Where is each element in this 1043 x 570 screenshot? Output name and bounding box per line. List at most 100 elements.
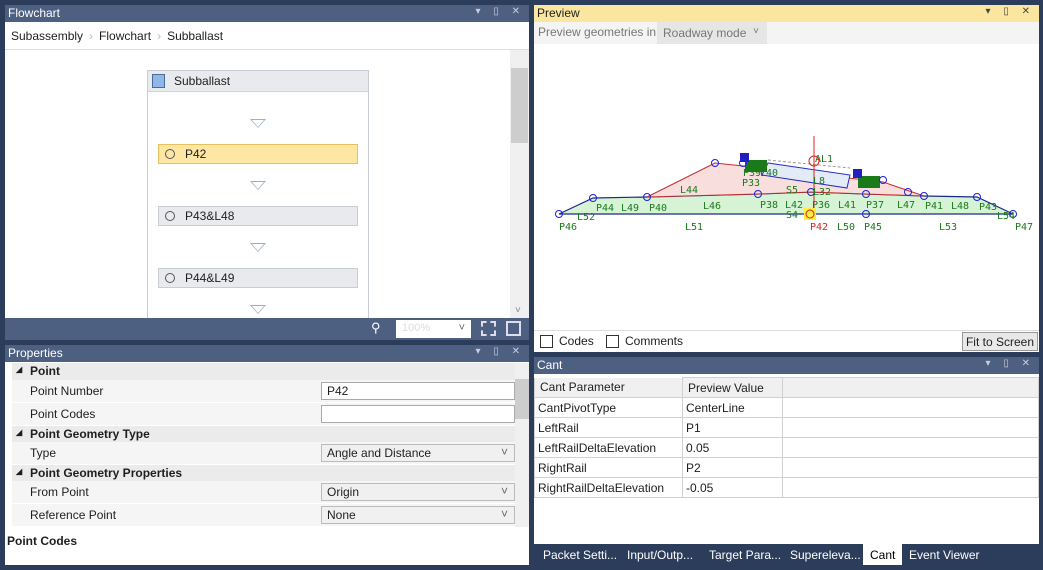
node-label: P44&L49 (185, 271, 235, 285)
flowchart-node[interactable]: P43&L48 (158, 206, 358, 226)
flowchart-node[interactable]: P42 (158, 144, 358, 164)
fit-icon[interactable] (481, 321, 496, 336)
panel-window-buttons[interactable]: ▾ ▯ ✕ (476, 346, 525, 357)
table-row[interactable]: LeftRail P1 (534, 417, 1039, 438)
cant-parameter: LeftRailDeltaElevation (534, 437, 683, 458)
description-title: Point Codes (7, 534, 78, 548)
preview-value[interactable]: CenterLine (682, 397, 783, 418)
prop-label: Point Number (30, 384, 104, 398)
preview-value[interactable]: -0.05 (682, 477, 783, 498)
tab-packet-settings[interactable]: Packet Setti... (536, 544, 624, 565)
geometry-label: L53 (939, 222, 957, 233)
zoom-value: 100% (402, 322, 431, 334)
geometry-label: AL1 (815, 154, 833, 165)
table-row[interactable]: RightRailDeltaElevation -0.05 (534, 477, 1039, 498)
point-number-input[interactable]: P42 (321, 382, 515, 400)
empty-cell (782, 477, 1039, 498)
node-label: P42 (185, 147, 207, 161)
rail-shape (853, 169, 862, 178)
breadcrumb-item[interactable]: Subassembly (11, 29, 83, 43)
tab-target-parameters[interactable]: Target Para... (702, 544, 788, 565)
table-row[interactable]: CantPivotType CenterLine (534, 397, 1039, 418)
row-from-point: From Point Origin (12, 481, 515, 503)
tab-event-viewer[interactable]: Event Viewer (902, 544, 986, 565)
geometry-label: P40 (649, 203, 667, 214)
column-header[interactable]: Preview Value (682, 377, 783, 398)
point-codes-input[interactable] (321, 405, 515, 423)
geometry-label: P36 (812, 200, 830, 211)
breadcrumb-item[interactable]: Flowchart (99, 29, 151, 43)
mode-select[interactable]: Roadway mode ˅ (657, 22, 767, 44)
preview-value[interactable]: P1 (682, 417, 783, 438)
empty-cell (782, 437, 1039, 458)
geometry-label: P46 (559, 222, 577, 233)
geometry-label: P45 (864, 222, 882, 233)
tab-input-output[interactable]: Input/Outp... (620, 544, 700, 565)
tab-cant[interactable]: Cant (863, 544, 903, 565)
geometry-label: P44 (596, 203, 614, 214)
scrollbar-thumb[interactable] (511, 68, 528, 143)
category-geometry-type[interactable]: Point Geometry Type (12, 426, 515, 443)
panel-title: Cant (537, 358, 563, 372)
scroll-down-icon[interactable]: ˅ (515, 305, 521, 316)
panel-title: Properties (8, 346, 63, 360)
prop-label: Type (30, 446, 57, 460)
cant-parameter: LeftRail (534, 417, 683, 438)
properties-scrollbar[interactable] (515, 363, 529, 527)
prop-label: Reference Point (30, 508, 117, 522)
table-header: Cant Parameter Preview Value (534, 377, 1039, 398)
reference-point-select[interactable]: None (321, 506, 515, 524)
table-row[interactable]: RightRail P2 (534, 457, 1039, 478)
panel-window-buttons[interactable]: ▾ ▯ ✕ (986, 6, 1035, 17)
geometry-label: P47 (1015, 222, 1033, 233)
panel-window-buttons[interactable]: ▾ ▯ ✕ (476, 6, 525, 17)
flowchart-title-bar: Flowchart ▾ ▯ ✕ (5, 5, 529, 22)
cant-parameter: RightRailDeltaElevation (534, 477, 683, 498)
preview-mode-bar: Preview geometries in Roadway mode ˅ (534, 22, 1039, 44)
fit-to-screen-button[interactable]: Fit to Screen (961, 332, 1038, 351)
group-header[interactable]: Subballast (148, 71, 368, 92)
flow-arrow-icon (250, 119, 266, 128)
category-geometry-properties[interactable]: Point Geometry Properties (12, 465, 515, 482)
empty-cell (782, 397, 1039, 418)
breadcrumb-item[interactable]: Subballast (167, 29, 223, 43)
flow-arrow-icon (250, 305, 266, 314)
rail-shape (740, 153, 749, 162)
geometry-label: P38 (760, 200, 778, 211)
geometry-label: L41 (838, 200, 856, 211)
cant-table: Cant Parameter Preview Value CantPivotTyp… (534, 377, 1039, 498)
overview-icon[interactable] (506, 321, 521, 336)
row-point-number: Point Number P42 (12, 380, 515, 402)
panel-window-buttons[interactable]: ▾ ▯ ✕ (986, 358, 1035, 369)
preview-value[interactable]: P2 (682, 457, 783, 478)
geometry-label: P43 (979, 202, 997, 213)
properties-title-bar: Properties ▾ ▯ ✕ (5, 345, 529, 362)
category-point[interactable]: Point (12, 363, 515, 380)
zoom-select[interactable]: 100% ˅ (396, 320, 471, 338)
codes-checkbox[interactable]: Codes (540, 334, 594, 349)
cant-title-bar: Cant ▾ ▯ ✕ (534, 357, 1039, 374)
type-select[interactable]: Angle and Distance (321, 444, 515, 462)
from-point-select[interactable]: Origin (321, 483, 515, 501)
preview-panel: Preview ▾ ▯ ✕ Preview geometries in Roadw… (534, 5, 1039, 352)
preview-canvas[interactable]: P46L52P44 L49 P40L44L46 P38 L42S5S4P36L32L8A… (534, 44, 1039, 329)
geometry-label: L47 (897, 200, 915, 211)
flowchart-scrollbar[interactable]: ˅ (510, 50, 529, 318)
flowchart-node[interactable]: P44&L49 (158, 268, 358, 288)
preview-value[interactable]: 0.05 (682, 437, 783, 458)
tab-superelevation[interactable]: Supereleva... (783, 544, 868, 565)
search-icon[interactable]: ⚲ (371, 320, 381, 336)
preview-footer: Codes Comments Fit to Screen (534, 330, 1039, 352)
prop-label: From Point (30, 485, 89, 499)
scrollbar-thumb[interactable] (515, 379, 529, 419)
bottom-tab-strip: Packet Setti... Input/Outp... Target Par… (534, 544, 1039, 565)
node-label: P43&L48 (185, 209, 235, 223)
column-header[interactable]: Cant Parameter (534, 377, 683, 398)
table-row[interactable]: LeftRailDeltaElevation 0.05 (534, 437, 1039, 458)
cant-parameter: CantPivotType (534, 397, 683, 418)
comments-checkbox[interactable]: Comments (606, 334, 683, 349)
flow-arrow-icon (250, 181, 266, 190)
checkbox-label: Codes (559, 334, 594, 348)
geometry-label: P41 (925, 201, 943, 212)
geometry-label: P33 (742, 178, 760, 189)
